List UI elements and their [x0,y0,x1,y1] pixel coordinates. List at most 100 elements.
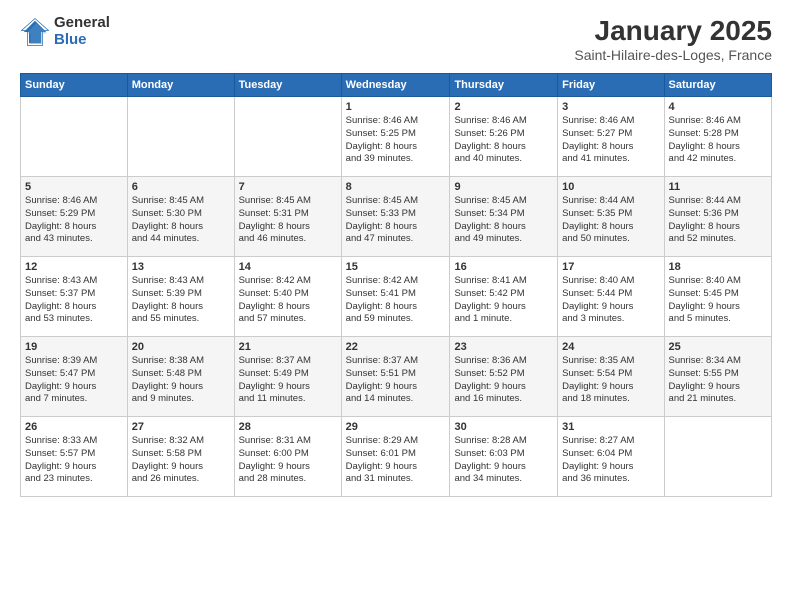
day-number: 23 [454,341,553,353]
calendar-cell: 17 Sunrise: 8:40 AM Sunset: 5:44 PM Dayli… [558,257,664,337]
calendar-cell: 2Sunrise: 8:46 AM Sunset: 5:26 PM Daylig… [450,97,558,177]
day-info: Sunrise: 8:46 AM Sunset: 5:29 PM Dayligh… [25,195,123,246]
day-info: Sunrise: 8:42 AM Sunset: 5:40 PM Dayligh… [239,275,337,326]
day-info: Sunrise: 8:38 AM Sunset: 5:48 PM Dayligh… [132,355,230,406]
day-number: 28 [239,421,337,433]
calendar-row-4: 26 Sunrise: 8:33 AM Sunset: 5:57 PM Dayli… [21,417,772,497]
day-number: 2 [454,101,553,113]
calendar-cell: 14 Sunrise: 8:42 AM Sunset: 5:40 PM Dayli… [234,257,341,337]
calendar-cell: 1Sunrise: 8:46 AM Sunset: 5:25 PM Daylig… [341,97,450,177]
day-info: Sunrise: 8:45 AM Sunset: 5:31 PM Dayligh… [239,195,337,246]
day-info: Sunrise: 8:42 AM Sunset: 5:41 PM Dayligh… [346,275,446,326]
day-number: 8 [346,181,446,193]
day-number: 15 [346,261,446,273]
day-info: Sunrise: 8:45 AM Sunset: 5:34 PM Dayligh… [454,195,553,246]
calendar-header-thursday: Thursday [450,74,558,97]
day-number: 21 [239,341,337,353]
calendar-cell: 20 Sunrise: 8:38 AM Sunset: 5:48 PM Dayli… [127,337,234,417]
day-info: Sunrise: 8:37 AM Sunset: 5:49 PM Dayligh… [239,355,337,406]
day-number: 20 [132,341,230,353]
day-number: 22 [346,341,446,353]
day-number: 16 [454,261,553,273]
day-info: Sunrise: 8:34 AM Sunset: 5:55 PM Dayligh… [669,355,767,406]
day-info: Sunrise: 8:33 AM Sunset: 5:57 PM Dayligh… [25,435,123,486]
calendar-header-sunday: Sunday [21,74,128,97]
day-number: 12 [25,261,123,273]
day-number: 17 [562,261,659,273]
calendar-cell: 25 Sunrise: 8:34 AM Sunset: 5:55 PM Dayli… [664,337,771,417]
day-number: 3 [562,101,659,113]
day-info: Sunrise: 8:29 AM Sunset: 6:01 PM Dayligh… [346,435,446,486]
logo-text: General Blue [54,15,110,48]
calendar-header-saturday: Saturday [664,74,771,97]
calendar-cell: 29 Sunrise: 8:29 AM Sunset: 6:01 PM Dayli… [341,417,450,497]
subtitle: Saint-Hilaire-des-Loges, France [574,47,772,63]
calendar-header-row: SundayMondayTuesdayWednesdayThursdayFrid… [21,74,772,97]
calendar-row-2: 12 Sunrise: 8:43 AM Sunset: 5:37 PM Dayli… [21,257,772,337]
calendar-cell: 24 Sunrise: 8:35 AM Sunset: 5:54 PM Dayli… [558,337,664,417]
calendar-row-0: 1Sunrise: 8:46 AM Sunset: 5:25 PM Daylig… [21,97,772,177]
day-info: Sunrise: 8:27 AM Sunset: 6:04 PM Dayligh… [562,435,659,486]
day-info: Sunrise: 8:37 AM Sunset: 5:51 PM Dayligh… [346,355,446,406]
day-info: Sunrise: 8:36 AM Sunset: 5:52 PM Dayligh… [454,355,553,406]
calendar-cell: 28 Sunrise: 8:31 AM Sunset: 6:00 PM Dayli… [234,417,341,497]
day-info: Sunrise: 8:31 AM Sunset: 6:00 PM Dayligh… [239,435,337,486]
day-info: Sunrise: 8:28 AM Sunset: 6:03 PM Dayligh… [454,435,553,486]
day-number: 18 [669,261,767,273]
day-info: Sunrise: 8:35 AM Sunset: 5:54 PM Dayligh… [562,355,659,406]
day-info: Sunrise: 8:41 AM Sunset: 5:42 PM Dayligh… [454,275,553,326]
page: General Blue January 2025 Saint-Hilaire-… [0,0,792,612]
calendar-cell: 7 Sunrise: 8:45 AM Sunset: 5:31 PM Daylig… [234,177,341,257]
day-info: Sunrise: 8:46 AM Sunset: 5:28 PM Dayligh… [669,115,767,166]
calendar-cell [234,97,341,177]
day-info: Sunrise: 8:45 AM Sunset: 5:30 PM Dayligh… [132,195,230,246]
day-number: 14 [239,261,337,273]
calendar-cell: 23 Sunrise: 8:36 AM Sunset: 5:52 PM Dayli… [450,337,558,417]
calendar-header-monday: Monday [127,74,234,97]
calendar-cell [127,97,234,177]
calendar-cell: 9 Sunrise: 8:45 AM Sunset: 5:34 PM Daylig… [450,177,558,257]
calendar-cell [21,97,128,177]
day-number: 13 [132,261,230,273]
calendar-header-wednesday: Wednesday [341,74,450,97]
calendar-cell: 18 Sunrise: 8:40 AM Sunset: 5:45 PM Dayli… [664,257,771,337]
day-info: Sunrise: 8:32 AM Sunset: 5:58 PM Dayligh… [132,435,230,486]
day-number: 10 [562,181,659,193]
day-info: Sunrise: 8:45 AM Sunset: 5:33 PM Dayligh… [346,195,446,246]
day-number: 9 [454,181,553,193]
day-info: Sunrise: 8:46 AM Sunset: 5:27 PM Dayligh… [562,115,659,166]
calendar-cell: 3 Sunrise: 8:46 AM Sunset: 5:27 PM Daylig… [558,97,664,177]
title-block: January 2025 Saint-Hilaire-des-Loges, Fr… [574,15,772,63]
calendar-cell: 12 Sunrise: 8:43 AM Sunset: 5:37 PM Dayli… [21,257,128,337]
day-number: 7 [239,181,337,193]
day-info: Sunrise: 8:40 AM Sunset: 5:44 PM Dayligh… [562,275,659,326]
calendar-cell: 26 Sunrise: 8:33 AM Sunset: 5:57 PM Dayli… [21,417,128,497]
calendar-cell: 21 Sunrise: 8:37 AM Sunset: 5:49 PM Dayli… [234,337,341,417]
day-number: 29 [346,421,446,433]
calendar-cell: 8 Sunrise: 8:45 AM Sunset: 5:33 PM Daylig… [341,177,450,257]
day-number: 6 [132,181,230,193]
calendar-header-tuesday: Tuesday [234,74,341,97]
calendar-cell: 15 Sunrise: 8:42 AM Sunset: 5:41 PM Dayli… [341,257,450,337]
day-info: Sunrise: 8:43 AM Sunset: 5:37 PM Dayligh… [25,275,123,326]
day-info: Sunrise: 8:44 AM Sunset: 5:35 PM Dayligh… [562,195,659,246]
day-number: 27 [132,421,230,433]
logo-icon [20,17,50,47]
calendar-cell: 31Sunrise: 8:27 AM Sunset: 6:04 PM Dayli… [558,417,664,497]
calendar-cell [664,417,771,497]
day-number: 25 [669,341,767,353]
day-info: Sunrise: 8:46 AM Sunset: 5:25 PM Dayligh… [346,115,446,166]
day-number: 24 [562,341,659,353]
day-number: 30 [454,421,553,433]
calendar-cell: 6 Sunrise: 8:45 AM Sunset: 5:30 PM Daylig… [127,177,234,257]
logo-general-text: General [54,15,110,32]
calendar-cell: 5 Sunrise: 8:46 AM Sunset: 5:29 PM Daylig… [21,177,128,257]
calendar-cell: 30 Sunrise: 8:28 AM Sunset: 6:03 PM Dayli… [450,417,558,497]
day-info: Sunrise: 8:40 AM Sunset: 5:45 PM Dayligh… [669,275,767,326]
calendar-cell: 13Sunrise: 8:43 AM Sunset: 5:39 PM Dayli… [127,257,234,337]
calendar-cell: 16 Sunrise: 8:41 AM Sunset: 5:42 PM Dayli… [450,257,558,337]
day-info: Sunrise: 8:44 AM Sunset: 5:36 PM Dayligh… [669,195,767,246]
logo: General Blue [20,15,110,48]
day-number: 26 [25,421,123,433]
day-number: 5 [25,181,123,193]
